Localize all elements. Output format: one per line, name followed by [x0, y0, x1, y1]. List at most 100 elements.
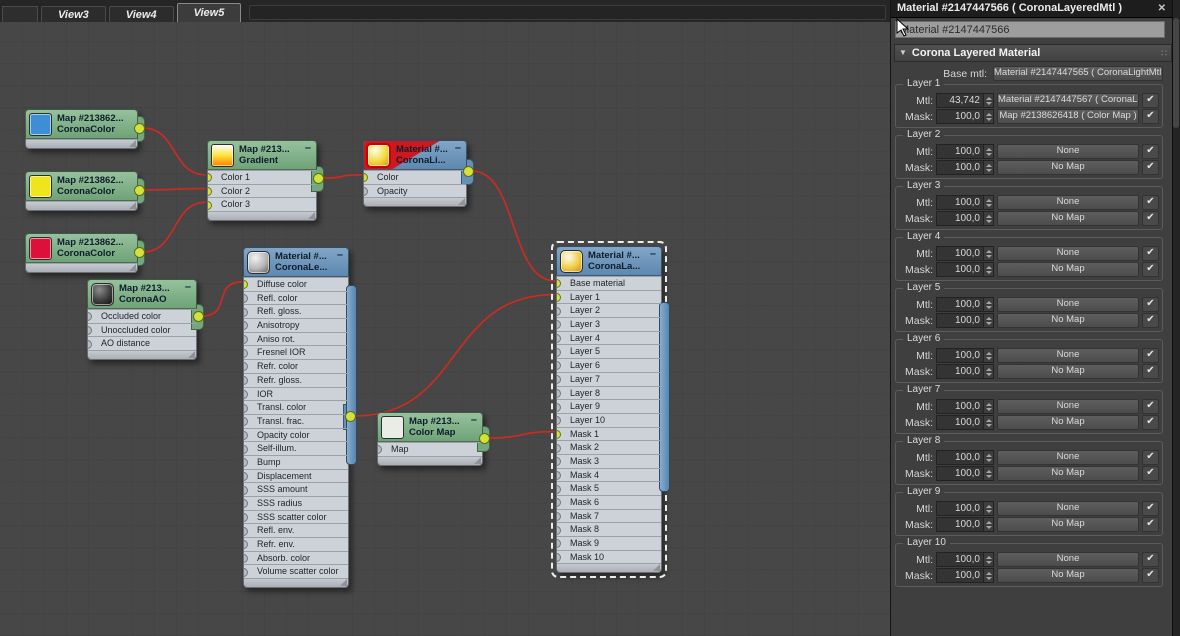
- input-slot-color[interactable]: Color: [364, 170, 466, 184]
- layer8-mask-amount-spinner[interactable]: 100,0: [936, 466, 994, 481]
- layer6-mtl-amount-spinner[interactable]: 100,0: [936, 348, 994, 363]
- layer5-mtl-enable-checkbox[interactable]: ✔: [1142, 297, 1159, 312]
- spinner-arrows-icon[interactable]: [983, 349, 993, 362]
- input-socket[interactable]: [244, 444, 248, 454]
- input-slot-mask-10[interactable]: Mask 10: [557, 549, 661, 564]
- spinner-arrows-icon[interactable]: [983, 314, 993, 327]
- spinner-arrows-icon[interactable]: [983, 502, 993, 515]
- layer1-mtl-slot-button[interactable]: Material #2147447567 ( CoronaLegac: [997, 93, 1139, 108]
- layer8-mtl-amount-spinner[interactable]: 100,0: [936, 450, 994, 465]
- material-preview-swatch[interactable]: [211, 143, 234, 167]
- input-socket[interactable]: [244, 335, 248, 345]
- input-slot-mask-5[interactable]: Mask 5: [557, 481, 661, 495]
- input-slot-ior[interactable]: IOR: [244, 386, 348, 401]
- input-slot-opacity-color[interactable]: Opacity color: [244, 427, 348, 442]
- layer8-mtl-enable-checkbox[interactable]: ✔: [1142, 450, 1159, 465]
- input-socket[interactable]: [557, 553, 561, 563]
- input-socket[interactable]: [378, 445, 382, 455]
- spinner-arrows-icon[interactable]: [983, 161, 993, 174]
- spinner-arrows-icon[interactable]: [983, 263, 993, 276]
- spinner-arrows-icon[interactable]: [983, 569, 993, 582]
- base-mtl-slot-button[interactable]: Material #2147447565 ( CoronaLightMtl ): [993, 66, 1163, 81]
- layer2-mask-enable-checkbox[interactable]: ✔: [1142, 160, 1159, 175]
- layer2-mtl-slot-button[interactable]: None: [997, 144, 1139, 159]
- node-header[interactable]: Material #... CoronaLe... –: [243, 247, 349, 277]
- output-socket[interactable]: [463, 165, 474, 177]
- layer4-mtl-amount-spinner[interactable]: 100,0: [936, 246, 994, 261]
- node-resize-strip[interactable]: [25, 201, 138, 211]
- output-socket[interactable]: [134, 122, 145, 134]
- layer9-mask-amount-spinner[interactable]: 100,0: [936, 517, 994, 532]
- input-socket[interactable]: [244, 540, 248, 550]
- input-socket[interactable]: [208, 200, 212, 210]
- layer1-mtl-enable-checkbox[interactable]: ✔: [1142, 93, 1159, 108]
- input-socket[interactable]: [557, 443, 561, 453]
- input-slot-mask-9[interactable]: Mask 9: [557, 536, 661, 550]
- input-slot-layer-8[interactable]: Layer 8: [557, 385, 661, 400]
- spinner-arrows-icon[interactable]: [983, 94, 993, 107]
- window-scrollbar[interactable]: [1172, 0, 1180, 636]
- node-coronaao[interactable]: Map #213... CoronaAO – Occluded color Unoccl…: [87, 279, 204, 361]
- input-slot-mask-7[interactable]: Mask 7: [557, 508, 661, 523]
- spinner-arrows-icon[interactable]: [983, 451, 993, 464]
- input-slot-color-2[interactable]: Color 2: [208, 183, 316, 198]
- input-socket[interactable]: [557, 402, 561, 412]
- layer6-mask-enable-checkbox[interactable]: ✔: [1142, 364, 1159, 379]
- input-socket[interactable]: [557, 320, 561, 330]
- input-slot-mask-1[interactable]: Mask 1: [557, 426, 661, 441]
- layer6-mtl-enable-checkbox[interactable]: ✔: [1142, 348, 1159, 363]
- input-socket[interactable]: [244, 348, 248, 358]
- input-slot-transl-frac-[interactable]: Transl. frac.: [244, 413, 348, 428]
- input-socket[interactable]: [244, 471, 248, 481]
- layer10-mask-enable-checkbox[interactable]: ✔: [1142, 568, 1159, 583]
- input-slot-color-1[interactable]: Color 1: [208, 170, 316, 184]
- input-socket[interactable]: [557, 525, 561, 535]
- material-name-input[interactable]: [895, 21, 1165, 38]
- input-socket[interactable]: [244, 307, 248, 317]
- input-slot-sss-radius[interactable]: SSS radius: [244, 496, 348, 510]
- input-slot-refl-gloss-[interactable]: Refl. gloss.: [244, 304, 348, 318]
- input-slot-layer-4[interactable]: Layer 4: [557, 330, 661, 345]
- material-preview-swatch[interactable]: [560, 249, 583, 273]
- spinner-arrows-icon[interactable]: [983, 467, 993, 480]
- input-socket[interactable]: [244, 376, 248, 386]
- layer9-mtl-enable-checkbox[interactable]: ✔: [1142, 501, 1159, 516]
- layer7-mask-amount-spinner[interactable]: 100,0: [936, 415, 994, 430]
- layer10-mtl-enable-checkbox[interactable]: ✔: [1142, 552, 1159, 567]
- input-socket[interactable]: [208, 187, 212, 197]
- node-header[interactable]: Map #213862... CoronaColor: [25, 109, 138, 139]
- layer7-mtl-amount-spinner[interactable]: 100,0: [936, 399, 994, 414]
- spinner-arrows-icon[interactable]: [983, 110, 993, 123]
- layer3-mtl-enable-checkbox[interactable]: ✔: [1142, 195, 1159, 210]
- layer5-mask-enable-checkbox[interactable]: ✔: [1142, 313, 1159, 328]
- material-preview-swatch[interactable]: [91, 282, 114, 306]
- layer8-mask-slot-button[interactable]: No Map: [997, 466, 1139, 481]
- layer3-mtl-amount-spinner[interactable]: 100,0: [936, 195, 994, 210]
- layer5-mtl-slot-button[interactable]: None: [997, 297, 1139, 312]
- output-socket[interactable]: [345, 410, 356, 422]
- input-slot-layer-1[interactable]: Layer 1: [557, 289, 661, 304]
- input-slot-aniso-rot-[interactable]: Aniso rot.: [244, 331, 348, 346]
- input-slot-ao-distance[interactable]: AO distance: [88, 336, 196, 350]
- output-socket[interactable]: [313, 172, 324, 184]
- input-slot-sss-amount[interactable]: SSS amount: [244, 482, 348, 496]
- spinner-arrows-icon[interactable]: [983, 196, 993, 209]
- input-socket[interactable]: [244, 458, 248, 468]
- input-slot-refl-env-[interactable]: Refl. env.: [244, 523, 348, 537]
- material-preview-swatch[interactable]: [29, 112, 52, 136]
- input-socket[interactable]: [557, 429, 561, 439]
- material-preview-swatch[interactable]: [29, 174, 52, 198]
- material-preview-swatch[interactable]: [29, 236, 52, 260]
- collapse-icon[interactable]: –: [185, 282, 191, 293]
- input-socket[interactable]: [244, 389, 248, 399]
- input-socket[interactable]: [557, 361, 561, 371]
- input-socket[interactable]: [244, 294, 248, 304]
- node-colormap[interactable]: Map #213... Color Map – Map: [377, 412, 490, 466]
- input-socket[interactable]: [557, 388, 561, 398]
- input-socket[interactable]: [557, 512, 561, 522]
- layer5-mtl-amount-spinner[interactable]: 100,0: [936, 297, 994, 312]
- spinner-arrows-icon[interactable]: [983, 518, 993, 531]
- input-socket[interactable]: [244, 485, 248, 495]
- node-coronacolor-blue[interactable]: Map #213862... CoronaColor: [25, 109, 145, 149]
- spinner-arrows-icon[interactable]: [983, 365, 993, 378]
